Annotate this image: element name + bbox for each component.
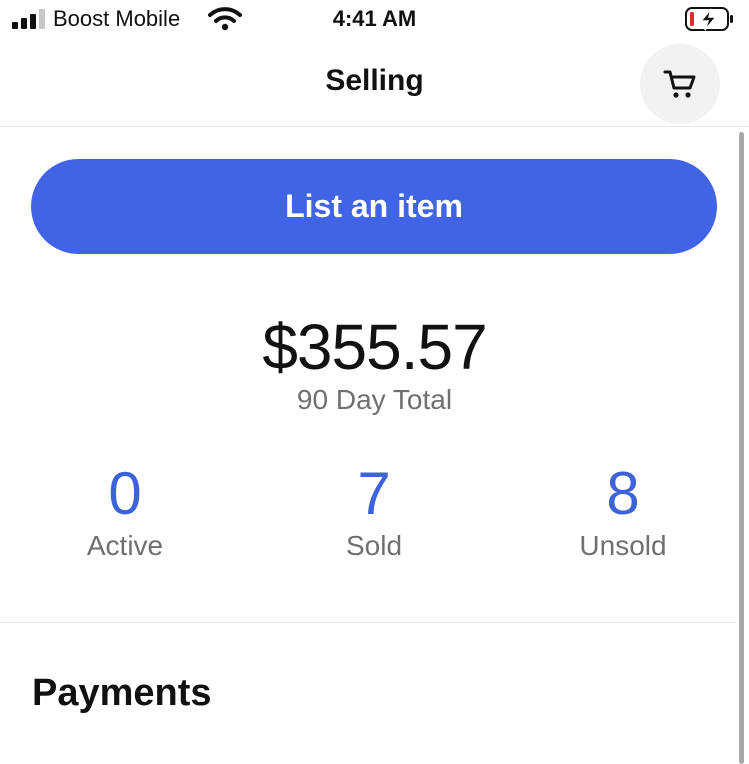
page-title: Selling <box>325 64 424 97</box>
stat-unsold-value: 8 <box>606 460 640 527</box>
stat-sold[interactable]: 7 Sold <box>249 458 499 562</box>
total-label: 90 Day Total <box>296 384 453 415</box>
stat-active-label: Active <box>86 530 164 561</box>
stat-sold-label: Sold <box>345 530 403 561</box>
battery-charging-icon <box>685 7 733 31</box>
cart-button[interactable] <box>640 44 720 124</box>
list-item-button[interactable]: List an item <box>31 159 717 254</box>
scrollbar[interactable] <box>739 132 744 764</box>
status-bar: Boost Mobile 4:41 AM <box>0 0 749 40</box>
stat-active[interactable]: 0 Active <box>0 458 250 562</box>
payments-section-title: Payments <box>32 672 212 714</box>
section-divider <box>0 622 737 623</box>
cart-icon <box>663 70 696 98</box>
status-time: 4:41 AM <box>332 6 417 31</box>
stat-unsold-label: Unsold <box>579 530 667 561</box>
total-amount: $355.57 <box>262 311 487 383</box>
selling-screen: Boost Mobile 4:41 AM Selling List an ite… <box>0 0 749 764</box>
stat-sold-value: 7 <box>357 460 391 527</box>
stat-unsold[interactable]: 8 Unsold <box>498 458 748 562</box>
stat-active-value: 0 <box>108 460 142 527</box>
nav-header: Selling <box>0 40 749 127</box>
